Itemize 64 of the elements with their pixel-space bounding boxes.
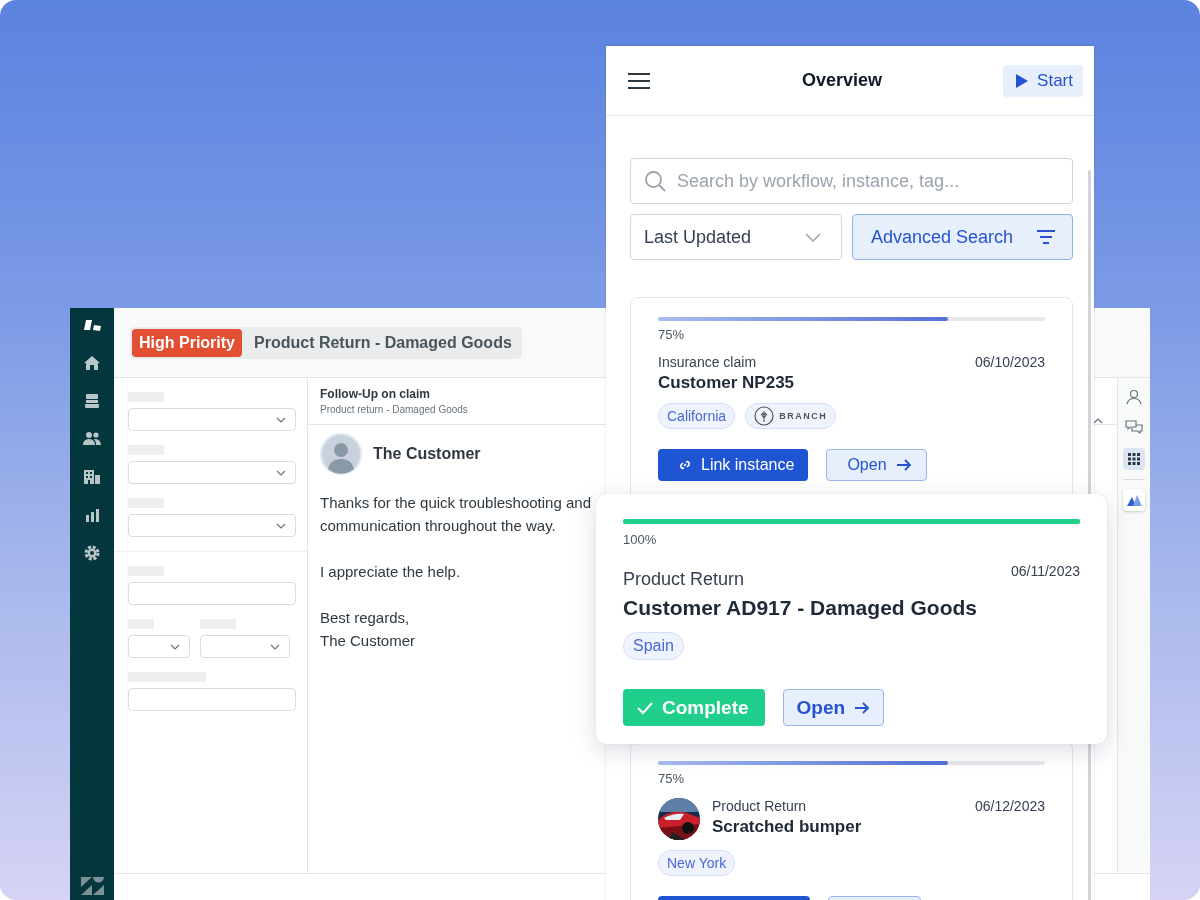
select-field[interactable]: [128, 635, 190, 658]
date-label: 06/12/2023: [974, 798, 1045, 814]
message-text: Thanks for the quick troubleshooting and communication throughout the way.: [320, 493, 592, 536]
select-field[interactable]: [128, 461, 296, 484]
workflow-name: Insurance claim: [658, 354, 758, 370]
select-field[interactable]: [200, 635, 290, 658]
workflow-name: Product Return: [712, 798, 808, 814]
instance-name: Scratched bumper: [712, 817, 863, 837]
settings-icon[interactable]: [83, 544, 101, 562]
input-field[interactable]: [128, 582, 296, 605]
link-icon: [678, 458, 692, 472]
progress-percent: 100%: [623, 532, 658, 547]
date-label: 06/10/2023: [974, 354, 1045, 370]
search-icon: [644, 170, 666, 192]
instance-name: Customer AD917 - Damaged Goods: [623, 596, 978, 620]
arrow-right-icon: [895, 458, 912, 472]
ticket-subject: Product Return - Damaged Goods: [254, 334, 512, 352]
location-tag: New York: [658, 850, 736, 876]
open-button[interactable]: Open: [782, 689, 885, 726]
advanced-search-button[interactable]: Advanced Search: [852, 214, 1073, 260]
triangles-icon[interactable]: [1123, 489, 1145, 511]
bar-chart-icon[interactable]: [83, 506, 101, 524]
progress-percent: 75%: [658, 327, 686, 342]
search-field[interactable]: Search by workflow, instance, tag...: [630, 158, 1073, 204]
conversation-subtitle: Product return - Damaged Goods: [320, 404, 468, 415]
message-text: I appreciate the help.: [320, 562, 462, 582]
filter-icon: [1036, 229, 1056, 245]
author-name: The Customer: [373, 445, 481, 463]
progress-percent: 75%: [658, 771, 686, 786]
checkmark-icon: [637, 700, 653, 715]
chevron-down-icon: [276, 522, 286, 529]
sort-dropdown[interactable]: Last Updated: [630, 214, 842, 260]
play-icon: [1015, 72, 1030, 89]
open-button[interactable]: Open: [826, 449, 927, 481]
select-field[interactable]: [128, 514, 296, 537]
start-button[interactable]: Start: [1003, 64, 1083, 97]
brand-name: BRANCH: [779, 411, 828, 421]
chevron-down-icon: [270, 643, 280, 650]
link-instance-button[interactable]: Link instance: [658, 449, 809, 481]
location-tag: Spain: [623, 632, 684, 660]
conversation-title: Follow-Up on claim: [320, 387, 431, 401]
date-label: 06/11/2023: [1010, 563, 1080, 579]
arrow-right-icon: [854, 700, 871, 715]
users-icon[interactable]: [83, 430, 101, 448]
location-tag: California: [658, 403, 736, 429]
chevron-down-icon: [276, 469, 286, 476]
inbox-icon[interactable]: [83, 392, 101, 410]
chevron-down-icon: [276, 416, 286, 423]
workflow-name: Product Return: [623, 569, 746, 590]
panel-title: Overview: [801, 70, 884, 91]
priority-badge: High Priority: [132, 329, 242, 357]
avatar: [320, 433, 362, 475]
leaf-icon: [754, 406, 775, 426]
chevron-down-icon: [805, 232, 821, 242]
chevron-down-icon: [170, 643, 180, 650]
instance-name: Customer NP235: [658, 373, 796, 393]
building-icon[interactable]: [83, 468, 101, 486]
logo-icon: [79, 876, 105, 896]
apps-grid-icon[interactable]: [1123, 448, 1145, 470]
home-icon[interactable]: [83, 354, 101, 372]
message-text: Best regards, The Customer: [320, 608, 417, 651]
input-field[interactable]: [128, 688, 296, 711]
menu-icon[interactable]: [627, 71, 651, 90]
select-field[interactable]: [128, 408, 296, 431]
